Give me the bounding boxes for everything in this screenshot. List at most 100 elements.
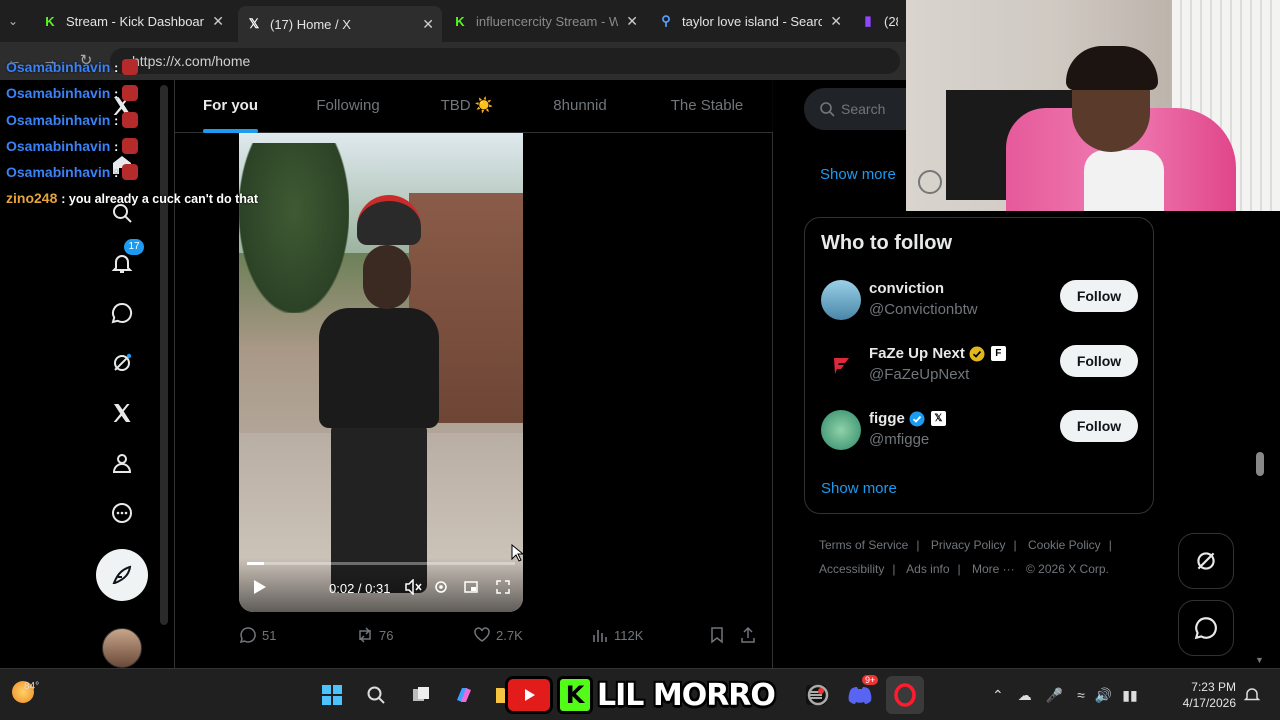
windows-start-icon[interactable] [316, 679, 348, 711]
opera-browser-icon[interactable] [886, 676, 924, 714]
compose-post-button[interactable] [96, 549, 148, 601]
footer-links: Terms of Service | Privacy Policy | Cookie… [819, 538, 1112, 576]
follow-suggestion[interactable]: figge 𝕏 @mfigge Follow [805, 410, 1155, 474]
emote-icon [122, 59, 139, 75]
notifications-bell-icon[interactable]: 17 [96, 239, 148, 283]
wifi-icon[interactable]: ≈ [1077, 687, 1085, 703]
task-view-icon[interactable] [405, 679, 437, 711]
close-tab-icon[interactable]: ✕ [422, 16, 434, 33]
search-icon: ⚲ [661, 13, 671, 28]
opera-gx-icon[interactable] [802, 679, 834, 711]
grok-fab-button[interactable] [1178, 533, 1234, 589]
twitch-icon: ▮ [864, 13, 872, 28]
blue-verified-icon [909, 411, 925, 426]
follow-suggestion[interactable]: FaZe Up Next F @FaZeUpNext Follow [805, 345, 1155, 409]
repost-icon [359, 627, 371, 643]
browser-tab-x-home[interactable]: 𝕏 (17) Home / X ✕ [238, 6, 442, 42]
browser-tab-twitch[interactable]: ▮ (28) [852, 6, 906, 36]
picture-in-picture-icon[interactable] [463, 579, 479, 598]
share-icon [741, 626, 755, 643]
close-tab-icon[interactable]: ✕ [626, 13, 638, 30]
mute-icon[interactable] [405, 578, 423, 598]
browser-tab-kick-dashboard[interactable]: K Stream - Kick Dashboard ✕ [34, 6, 232, 36]
battery-icon[interactable]: ▮▮ [1122, 687, 1137, 704]
chat-message: Osamabinhavin : [6, 54, 306, 80]
tab-8hunnid[interactable]: 8hunnid [549, 80, 611, 133]
bookmark-icon [711, 627, 723, 644]
reply-button[interactable]: 51 [239, 626, 276, 644]
follow-button[interactable]: Follow [1060, 345, 1138, 377]
youtube-logo-icon [505, 676, 553, 714]
fullscreen-icon[interactable] [495, 579, 511, 598]
mouse-cursor-icon [511, 544, 523, 562]
post-action-bar: 51 76 2.7K 112K [175, 620, 773, 652]
faze-logo-icon [834, 358, 849, 374]
discord-badge: 9+ [862, 675, 879, 685]
onedrive-icon[interactable]: ☁ [1018, 687, 1032, 704]
tab-following[interactable]: Following [313, 80, 383, 133]
affiliate-badge-icon: F [990, 346, 1006, 361]
more-link[interactable]: More ··· [972, 562, 1015, 576]
copilot-icon[interactable] [448, 679, 480, 711]
profile-icon[interactable] [96, 443, 148, 483]
avatar [821, 410, 861, 450]
heart-icon [474, 627, 490, 642]
discord-icon[interactable]: 9+ [844, 675, 879, 711]
volume-icon[interactable]: 🔊 [1095, 687, 1112, 704]
tab-search-chevron-icon[interactable]: ⌄ [0, 8, 26, 34]
tab-tbd[interactable]: TBD ☀️ [439, 80, 495, 133]
kick-icon: K [45, 13, 55, 29]
emote-icon [122, 111, 139, 128]
grok-icon[interactable] [96, 343, 148, 383]
cookie-link[interactable]: Cookie Policy [1028, 538, 1101, 552]
avatar [821, 345, 861, 385]
grok-chat-icon[interactable] [96, 293, 148, 333]
webcam-icon [918, 170, 942, 194]
close-tab-icon[interactable]: ✕ [830, 13, 842, 30]
notification-center-icon[interactable] [1236, 679, 1268, 711]
show-more-link[interactable]: Show more [820, 166, 896, 183]
search-icon[interactable] [360, 679, 392, 711]
browser-tab-strip: ⌄ K Stream - Kick Dashboard ✕ 𝕏 (17) Hom… [0, 0, 906, 42]
scroll-down-arrow-icon[interactable]: ▼ [1255, 655, 1264, 665]
right-scrollbar-thumb[interactable] [1256, 452, 1264, 476]
settings-gear-icon[interactable] [433, 579, 449, 598]
messages-fab-button[interactable] [1178, 600, 1234, 656]
premium-x-icon[interactable] [96, 393, 148, 433]
like-button[interactable]: 2.7K [473, 626, 523, 644]
accessibility-link[interactable]: Accessibility [819, 562, 884, 576]
stream-chat-overlay: Osamabinhavin : Osamabinhavin : Osamabin… [6, 54, 306, 212]
play-icon[interactable] [251, 579, 267, 598]
who-to-follow-panel: Who to follow conviction @Convictionbtw … [804, 217, 1154, 514]
share-button[interactable] [739, 626, 762, 644]
views-button[interactable]: 112K [591, 626, 643, 644]
kick-icon: K [455, 13, 465, 29]
tab-the-stable[interactable]: The Stable [665, 80, 749, 133]
more-options-icon[interactable] [96, 493, 148, 533]
temperature: 84° [24, 681, 40, 692]
follow-button[interactable]: Follow [1060, 280, 1138, 312]
kick-logo-icon: K [557, 676, 593, 714]
browser-tab-search[interactable]: ⚲ taylor love island - Search ✕ [650, 6, 850, 36]
video-progress-bar[interactable] [247, 562, 515, 565]
follow-button[interactable]: Follow [1060, 410, 1138, 442]
chevron-up-icon[interactable]: ⌃ [992, 687, 1004, 704]
bookmark-button[interactable] [708, 626, 731, 644]
ads-info-link[interactable]: Ads info [906, 562, 949, 576]
close-tab-icon[interactable]: ✕ [212, 13, 224, 30]
notification-count-badge: 17 [124, 239, 144, 255]
system-clock[interactable]: 7:23 PM 4/17/2026 [1166, 679, 1236, 711]
copyright: © 2026 X Corp. [1026, 562, 1109, 576]
browser-tab-influencercity[interactable]: K influencercity Stream - Watc ✕ [444, 6, 646, 36]
privacy-link[interactable]: Privacy Policy [931, 538, 1006, 552]
avatar [821, 280, 861, 320]
streamer-name: LIL MORRO [597, 677, 776, 713]
repost-button[interactable]: 76 [356, 626, 393, 644]
account-avatar[interactable] [102, 628, 142, 668]
terms-link[interactable]: Terms of Service [819, 538, 908, 552]
who-to-follow-show-more[interactable]: Show more [821, 480, 897, 497]
follow-suggestion[interactable]: conviction @Convictionbtw Follow [805, 280, 1155, 344]
microphone-icon[interactable]: 🎤 [1046, 687, 1063, 704]
who-to-follow-title: Who to follow [821, 232, 953, 254]
streamer-banner: K LIL MORRO [505, 674, 776, 716]
